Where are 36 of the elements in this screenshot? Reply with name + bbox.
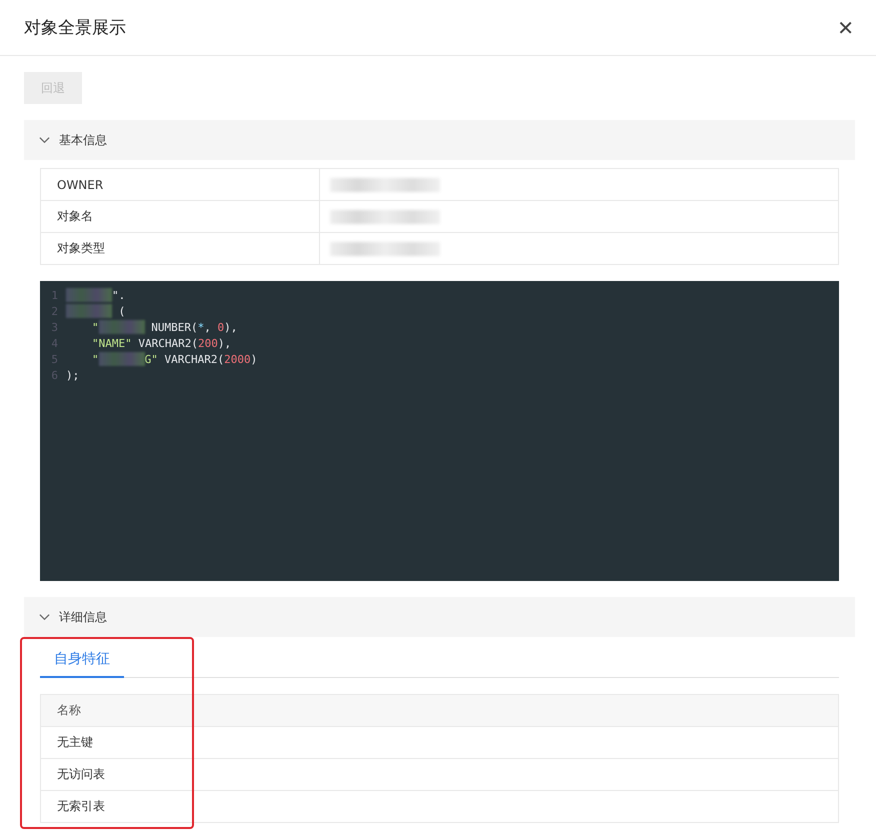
code-text: 0 <box>217 320 224 334</box>
code-text: ". <box>112 288 126 302</box>
table-cell: 无访问表 <box>41 759 838 791</box>
code-text: "NAME" <box>92 336 132 350</box>
code-text: ( <box>118 304 126 318</box>
code-text: 200 <box>198 336 218 350</box>
redacted-code <box>66 288 112 302</box>
section-title: 详细信息 <box>59 608 107 626</box>
code-text: ), <box>218 336 232 350</box>
code-text: , <box>204 320 212 334</box>
code-text: ); <box>66 368 80 382</box>
section-title: 基本信息 <box>59 132 107 148</box>
section-header[interactable]: 基本信息 <box>24 120 855 160</box>
code-text: ) <box>250 352 258 366</box>
code-text: 2000 <box>224 352 251 366</box>
code-text: NUMBER( <box>150 320 198 334</box>
table-cell: 对象类型 <box>41 233 320 264</box>
table-cell: 对象名 <box>41 201 320 232</box>
code-text: " <box>92 352 99 366</box>
redacted-code <box>98 320 145 334</box>
dialog-title: 对象全景展示 <box>24 17 126 39</box>
code-text: * <box>198 320 204 334</box>
code-text: VARCHAR2( <box>137 336 198 350</box>
code-text: G" <box>144 352 158 366</box>
column-header: 名称 <box>41 695 838 727</box>
redacted-code <box>66 304 112 318</box>
redacted-code <box>98 352 145 366</box>
tab[interactable]: 自身特征 <box>40 650 124 678</box>
table-cell: 无主键 <box>41 727 838 759</box>
code-text: VARCHAR2( <box>163 352 224 366</box>
code-text: " <box>92 320 99 334</box>
section-header[interactable]: 详细信息 <box>24 597 855 637</box>
code-text: ), <box>224 320 238 334</box>
table-cell: OWNER <box>41 169 320 200</box>
table-cell: 无索引表 <box>41 791 838 823</box>
close-button[interactable]: ✕ <box>833 16 858 40</box>
